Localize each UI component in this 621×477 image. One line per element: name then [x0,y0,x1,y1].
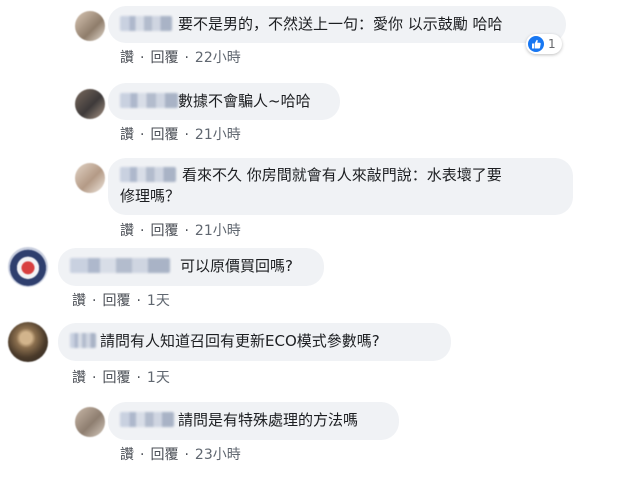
commenter-name[interactable] [70,258,170,273]
timestamp[interactable]: 21小時 [195,223,241,239]
reply-button[interactable]: 回覆 [102,293,130,309]
like-button[interactable]: 讚 [72,293,86,309]
avatar[interactable] [8,247,48,287]
comment-actions: 讚 · 回覆 · 1天 [72,293,170,309]
avatar[interactable] [75,407,105,437]
timestamp[interactable]: 21小時 [195,127,241,143]
comment-text: 數據不會騙人~哈哈 [178,92,311,110]
comment-actions: 讚 · 回覆 · 21小時 [120,127,241,143]
comment-bubble: 數據不會騙人~哈哈 [108,83,340,120]
comment-actions: 讚 · 回覆 · 21小時 [120,223,241,239]
commenter-name[interactable] [70,333,96,348]
reply-button[interactable]: 回覆 [150,223,178,239]
timestamp[interactable]: 1天 [147,370,170,386]
comment-bubble: 請問是有特殊處理的方法嗎 [108,402,399,440]
avatar[interactable] [75,11,105,41]
timestamp[interactable]: 22小時 [195,50,241,66]
commenter-name[interactable] [120,16,172,31]
comment-text: 請問是有特殊處理的方法嗎 [178,411,359,429]
comment-text-line1: 看來不久 你房間就會有人來敲門說：水表壞了要 [182,166,502,184]
avatar[interactable] [75,163,105,193]
comment-bubble: 要不是男的，不然送上一句：愛你 以示鼓勵 哈哈 [108,6,566,43]
like-button[interactable]: 讚 [72,370,86,386]
comment-text: 可以原價買回嗎? [180,257,293,275]
commenter-name[interactable] [120,167,176,182]
comment-actions: 讚 · 回覆 · 1天 [72,370,170,386]
comment-text-line2: 修理嗎？ [120,187,181,205]
comment-text: 請問有人知道召回有更新ECO模式參數嗎? [100,332,380,350]
timestamp[interactable]: 23小時 [195,447,241,463]
avatar[interactable] [75,89,105,119]
reply-button[interactable]: 回覆 [102,370,130,386]
like-button[interactable]: 讚 [120,127,134,143]
comment-bubble: 看來不久 你房間就會有人來敲門說：水表壞了要 修理嗎？ [108,158,573,215]
like-button[interactable]: 讚 [120,50,134,66]
reaction-badge[interactable]: 1 [526,34,562,54]
reply-button[interactable]: 回覆 [150,50,178,66]
comment-actions: 讚 · 回覆 · 23小時 [120,447,241,463]
comment-actions: 讚 · 回覆 · 22小時 [120,50,241,66]
comment-bubble: 可以原價買回嗎? [58,248,324,286]
timestamp[interactable]: 1天 [147,293,170,309]
commenter-name[interactable] [120,412,174,427]
commenter-name[interactable] [120,93,178,108]
reply-button[interactable]: 回覆 [150,127,178,143]
comment-bubble: 請問有人知道召回有更新ECO模式參數嗎? [58,323,451,361]
like-icon [528,36,544,52]
reaction-count: 1 [548,37,556,51]
reply-button[interactable]: 回覆 [150,447,178,463]
like-button[interactable]: 讚 [120,223,134,239]
avatar[interactable] [8,322,48,362]
like-button[interactable]: 讚 [120,447,134,463]
comment-text: 要不是男的，不然送上一句：愛你 以示鼓勵 哈哈 [178,15,503,33]
